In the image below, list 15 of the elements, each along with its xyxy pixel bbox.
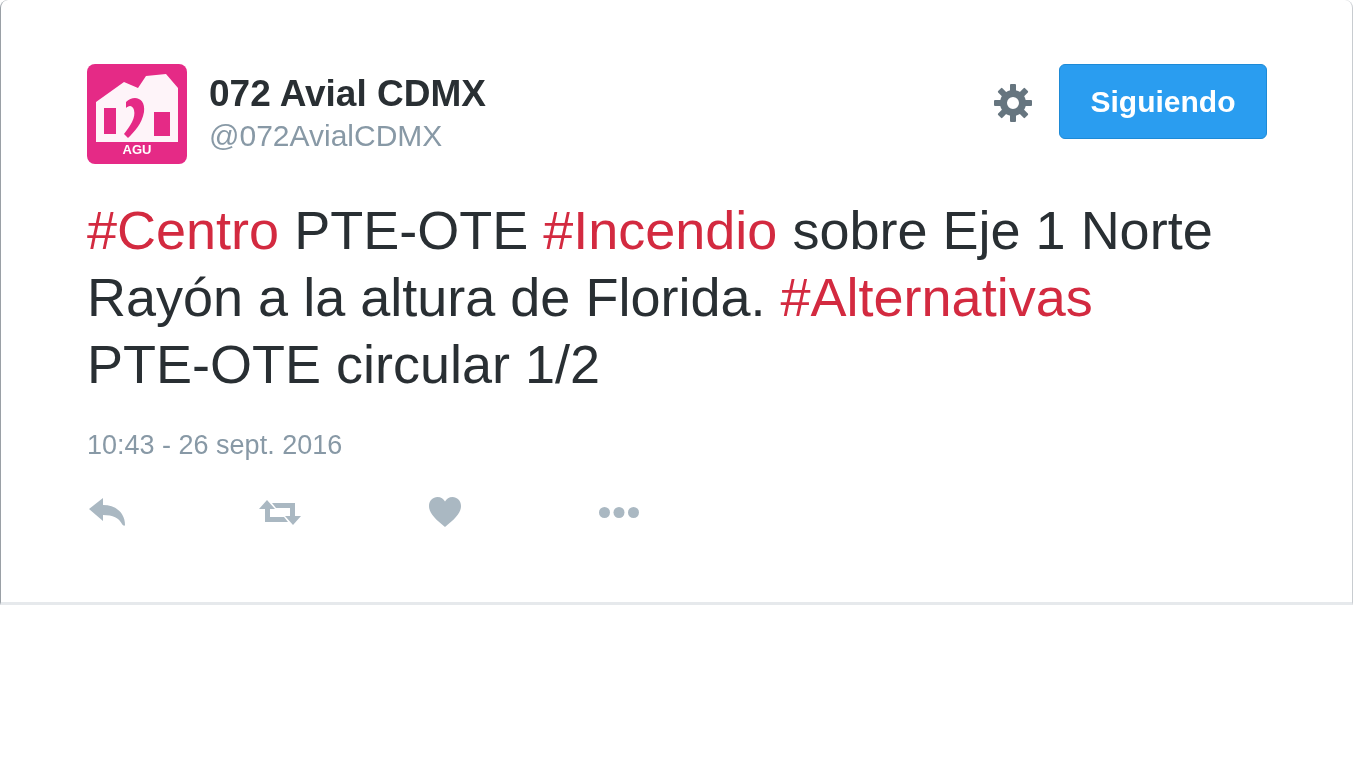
- retweet-icon[interactable]: [259, 498, 301, 526]
- reply-icon[interactable]: [89, 498, 125, 526]
- hashtag-link[interactable]: #Centro: [87, 200, 280, 260]
- tweet-timestamp[interactable]: 10:43 - 26 sept. 2016: [87, 430, 343, 460]
- more-icon[interactable]: [599, 506, 639, 518]
- heart-icon[interactable]: [429, 497, 461, 527]
- account-handle[interactable]: @072AvialCDMX: [209, 119, 486, 153]
- logo-text: AGU: [122, 142, 152, 158]
- tweet-text: #Centro PTE-OTE #Incendio sobre Eje 1 Norte Rayón a la altura de Florida. #Alternativas PTE-OTE circular 1/2: [87, 199, 1214, 396]
- avatar-logo[interactable]: AGU: [87, 64, 187, 164]
- following-button[interactable]: Siguiendo: [1059, 64, 1267, 139]
- settings-icon[interactable]: [994, 84, 1032, 122]
- hashtag-link[interactable]: #Alternativas: [780, 267, 1093, 327]
- account-name[interactable]: 072 Avial CDMX: [209, 74, 486, 114]
- hashtag-link[interactable]: #Incendio: [543, 200, 778, 260]
